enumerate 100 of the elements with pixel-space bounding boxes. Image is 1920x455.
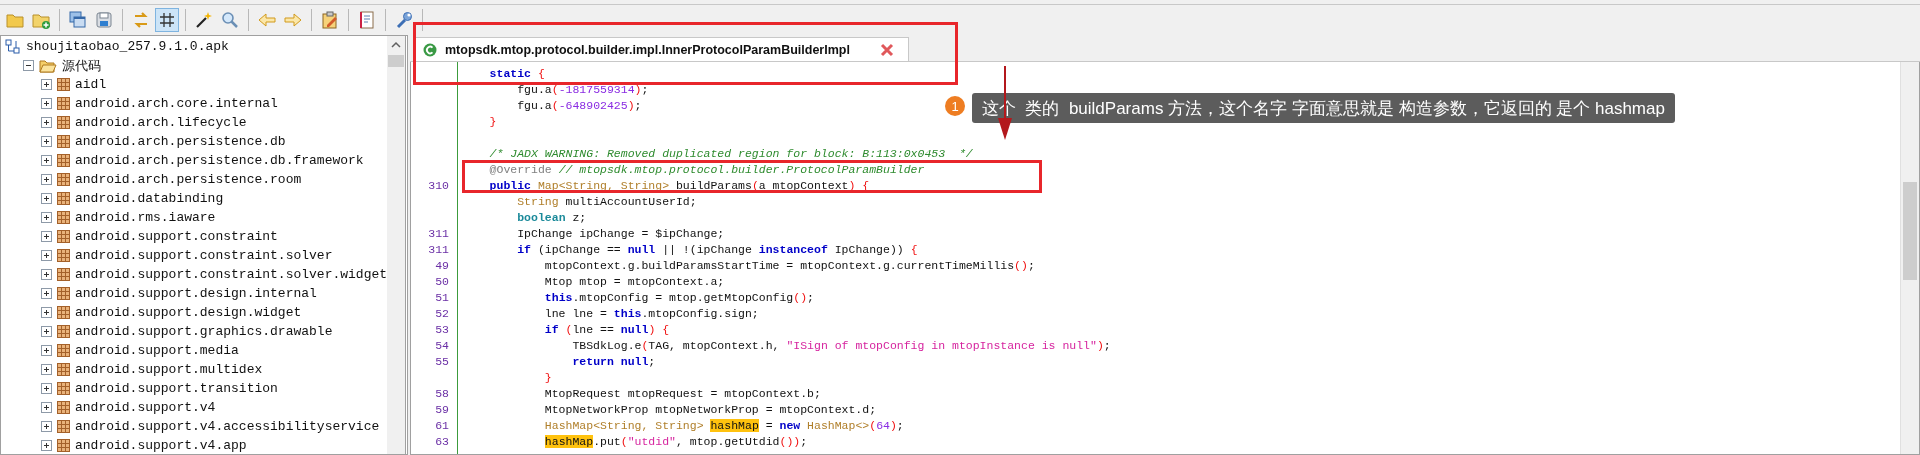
code-line: /* JADX WARNING: Removed duplicated region for block: B:113:0x0453 */: [488, 147, 973, 160]
package-icon: [57, 116, 70, 129]
expand-icon[interactable]: [41, 250, 52, 261]
toolbar-button[interactable]: [155, 7, 179, 32]
package-icon: [57, 230, 70, 243]
expand-icon[interactable]: [41, 345, 52, 356]
line-number: 49: [435, 259, 449, 272]
line-number: 54: [435, 339, 449, 352]
expand-icon[interactable]: [41, 421, 52, 432]
expand-icon[interactable]: [41, 117, 52, 128]
tree-item[interactable]: android.arch.core.internal: [75, 96, 278, 111]
package-icon: [57, 344, 70, 357]
tree-item[interactable]: aidl: [75, 77, 107, 92]
line-number: 310: [428, 179, 449, 192]
code-line: if (ipChange == null || !(ipChange instanceof IpChange)) {: [516, 243, 918, 256]
notepad-icon: [357, 9, 377, 30]
folder-icon: [39, 57, 57, 74]
tree-item[interactable]: shoujitaobao_257.9.1.0.apk: [26, 39, 229, 54]
code-line: lne lne = this.mtopConfig.sign;: [543, 307, 759, 320]
package-icon: [57, 173, 70, 186]
code-line: String multiAccountUserId;: [516, 195, 697, 208]
expand-icon[interactable]: [41, 307, 52, 318]
expand-icon[interactable]: [41, 231, 52, 242]
expand-icon[interactable]: [41, 212, 52, 223]
editor-tab[interactable]: mtopsdk.mtop.protocol.builder.impl.InnerProtocolParamBuilderImpl: [414, 37, 909, 61]
tree-item[interactable]: android.support.design.widget: [75, 305, 302, 320]
expand-icon[interactable]: [41, 136, 52, 147]
package-icon: [57, 135, 70, 148]
tree-item[interactable]: android.support.constraint: [75, 229, 278, 244]
scrollbar-thumb[interactable]: [1903, 182, 1917, 280]
package-icon: [57, 306, 70, 319]
expand-icon[interactable]: [41, 155, 52, 166]
line-number: 59: [435, 403, 449, 416]
code-line: this.mtopConfig = mtop.getMtopConfig();: [543, 291, 814, 304]
tree-item[interactable]: android.support.transition: [75, 381, 278, 396]
code-line: MtopRequest mtopRequest = mtopContext.b;: [543, 387, 821, 400]
scroll-up-icon[interactable]: [391, 41, 401, 48]
line-number: 63: [435, 435, 449, 448]
line-number: 311: [428, 243, 449, 256]
code-line: HashMap<String, String> hashMap = new HashMap<>(64);: [543, 419, 904, 432]
expand-icon[interactable]: [41, 174, 52, 185]
line-number: 311: [428, 227, 449, 240]
line-number: 53: [435, 323, 449, 336]
code-line: MtopNetworkProp mtopNetworkProp = mtopContext.d;: [543, 403, 877, 416]
expand-icon[interactable]: [41, 326, 52, 337]
package-icon: [57, 325, 70, 338]
code-line: if (lne == null) {: [543, 323, 670, 336]
tree-item[interactable]: 源代码: [62, 56, 101, 75]
expand-icon[interactable]: [41, 269, 52, 280]
tree-item[interactable]: android.arch.persistence.db.framework: [75, 153, 364, 168]
line-number: 58: [435, 387, 449, 400]
tree-item[interactable]: android.support.media: [75, 343, 239, 358]
expand-icon[interactable]: [41, 402, 52, 413]
tree-item[interactable]: android.support.graphics.drawable: [75, 324, 333, 339]
tree-item[interactable]: android.arch.persistence.room: [75, 172, 302, 187]
expand-icon[interactable]: [41, 383, 52, 394]
package-icon: [57, 268, 70, 281]
tree-item[interactable]: android.support.v4.app: [75, 438, 247, 453]
expand-icon[interactable]: [41, 79, 52, 90]
close-icon[interactable]: [879, 42, 894, 57]
package-icon: [57, 192, 70, 205]
expand-icon[interactable]: [41, 364, 52, 375]
expand-icon[interactable]: [41, 288, 52, 299]
code-line: IpChange ipChange = $ipChange;: [516, 227, 725, 240]
package-icon: [57, 420, 70, 433]
code-line: static {: [488, 67, 545, 80]
code-line: }: [488, 115, 497, 128]
package-icon: [57, 363, 70, 376]
collapse-icon[interactable]: [23, 60, 34, 71]
tree-item[interactable]: android.rms.iaware: [75, 210, 216, 225]
code-line: }: [543, 371, 552, 384]
tree-item[interactable]: android.arch.persistence.db: [75, 134, 286, 149]
scrollbar[interactable]: [387, 36, 405, 454]
code-line: boolean z;: [516, 211, 587, 224]
line-number: 61: [435, 419, 449, 432]
tree-item[interactable]: android.support.v4: [75, 400, 216, 415]
code-line: TBSdkLog.e(TAG, mtopContext.h, "ISign of mtopConfig in mtopInstance is null");: [571, 339, 1111, 352]
expand-icon[interactable]: [41, 440, 52, 451]
package-icon: [57, 211, 70, 224]
code-line: fgu.a(-648902425);: [516, 99, 642, 112]
tree-item[interactable]: android.support.v4.accessibilityservice: [75, 419, 380, 434]
expand-icon[interactable]: [41, 193, 52, 204]
package-icon: [57, 382, 70, 395]
apk-icon: [5, 38, 21, 55]
tree-item[interactable]: android.databinding: [75, 191, 224, 206]
expand-icon[interactable]: [41, 98, 52, 109]
package-icon: [57, 154, 70, 167]
package-icon: [57, 78, 70, 91]
tree-item[interactable]: android.support.design.internal: [75, 286, 317, 301]
scrollbar[interactable]: [1900, 62, 1919, 454]
clipboard-pencil-icon: [320, 9, 340, 30]
class-icon: [423, 42, 437, 57]
tree-item[interactable]: android.support.constraint.solver.widget: [75, 267, 387, 282]
package-icon: [57, 287, 70, 300]
code-line: return null;: [571, 355, 656, 368]
tree-item[interactable]: android.support.multidex: [75, 362, 263, 377]
tree-item[interactable]: android.support.constraint.solver: [75, 248, 333, 263]
code-line: fgu.a(-1817559314);: [516, 83, 649, 96]
tree-item[interactable]: android.arch.lifecycle: [75, 115, 247, 130]
scrollbar-thumb[interactable]: [388, 55, 404, 67]
